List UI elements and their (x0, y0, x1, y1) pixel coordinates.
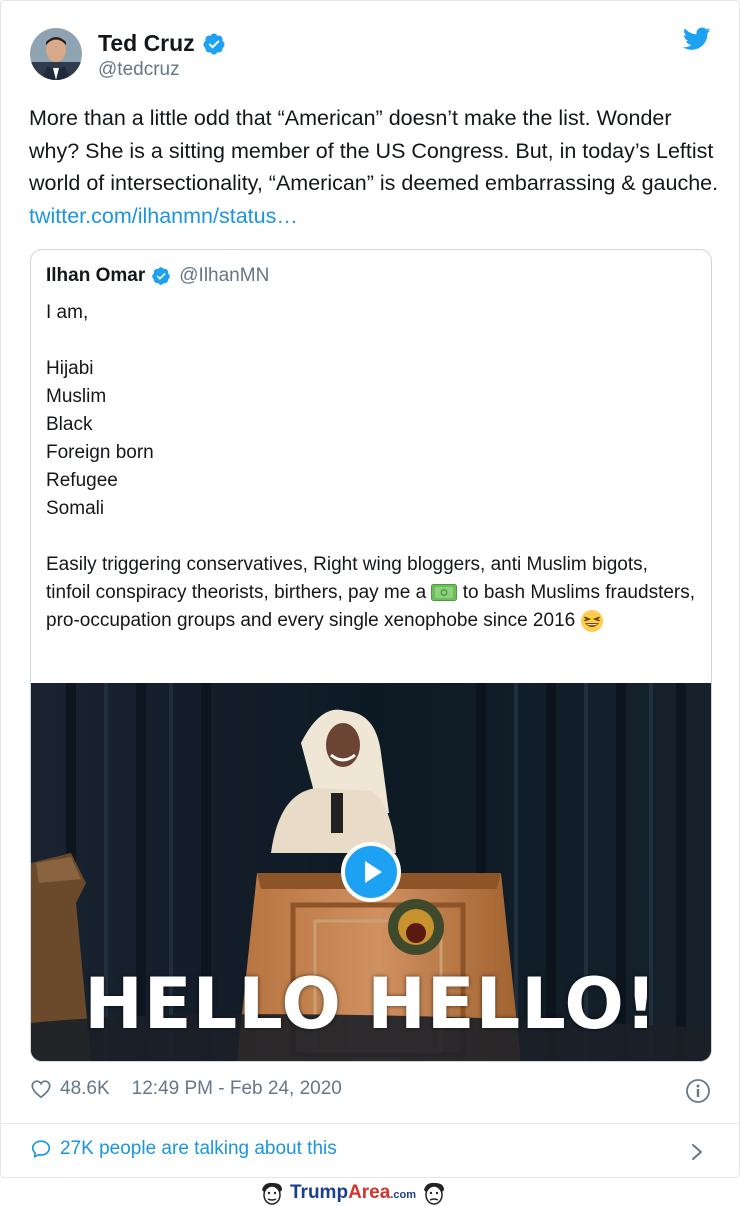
quoted-tweet-header: Ilhan Omar @IlhanMN (46, 265, 269, 287)
play-icon (365, 861, 382, 883)
tweet-meta-row: 48.6K 12:49 PM - Feb 24, 2020 (30, 1078, 342, 1100)
watermark-brand-main: Trump (290, 1182, 349, 1203)
quoted-author-handle[interactable]: @IlhanMN (179, 265, 269, 287)
verified-badge-icon (203, 33, 225, 54)
speech-bubble-icon (31, 1140, 51, 1158)
info-icon[interactable] (685, 1078, 711, 1104)
quoted-tweet[interactable]: Ilhan Omar @IlhanMN I am, Hijabi Muslim … (30, 249, 712, 1062)
chevron-right-icon[interactable] (689, 1141, 705, 1163)
quoted-identity-list: Hijabi Muslim Black Foreign born Refugee… (46, 358, 154, 519)
twitter-bird-icon[interactable] (683, 27, 711, 51)
watermark: TrumpArea.com (258, 1180, 448, 1206)
quoted-intro: I am, (46, 302, 89, 323)
quoted-author-name[interactable]: Ilhan Omar (46, 265, 145, 287)
heart-icon[interactable] (30, 1078, 52, 1100)
author-name-row: Ted Cruz (98, 30, 226, 57)
video-caption: HELLO HELLO! (84, 963, 658, 1045)
conversation-label[interactable]: 27K people are talking about this (60, 1138, 337, 1160)
tweet-text-body: More than a little odd that “American” d… (29, 106, 719, 195)
tweet-timestamp[interactable]: 12:49 PM - Feb 24, 2020 (132, 1078, 342, 1100)
quoted-tweet-text: I am, Hijabi Muslim Black Foreign born R… (46, 299, 696, 635)
caricature-face-right-icon (424, 1182, 444, 1205)
caricature-face-left-icon (262, 1182, 282, 1205)
author-avatar[interactable] (30, 28, 82, 80)
quoted-paragraph: Easily triggering conservatives, Right w… (46, 551, 696, 635)
money-emoji-icon (431, 584, 458, 602)
tweet-card: Ted Cruz @tedcruz More than a little odd… (0, 0, 740, 1178)
watermark-brand: TrumpArea.com (290, 1182, 416, 1204)
watermark-brand-accent: Area (348, 1182, 391, 1203)
author-handle[interactable]: @tedcruz (98, 59, 180, 81)
quoted-status-link[interactable]: twitter.com/ilhanmn/status… (29, 204, 298, 228)
grinning-squinting-face-icon (581, 609, 604, 632)
like-count[interactable]: 48.6K (60, 1078, 110, 1100)
video-play-button[interactable] (341, 842, 401, 902)
tweet-text: More than a little odd that “American” d… (29, 102, 719, 232)
author-name[interactable]: Ted Cruz (98, 30, 195, 57)
conversation-link[interactable]: 27K people are talking about this (30, 1138, 337, 1160)
quoted-verified-badge-icon (152, 267, 170, 285)
divider (1, 1123, 740, 1124)
watermark-brand-tld: .com (390, 1189, 416, 1201)
quoted-tweet-video[interactable]: HELLO HELLO! (31, 683, 711, 1061)
